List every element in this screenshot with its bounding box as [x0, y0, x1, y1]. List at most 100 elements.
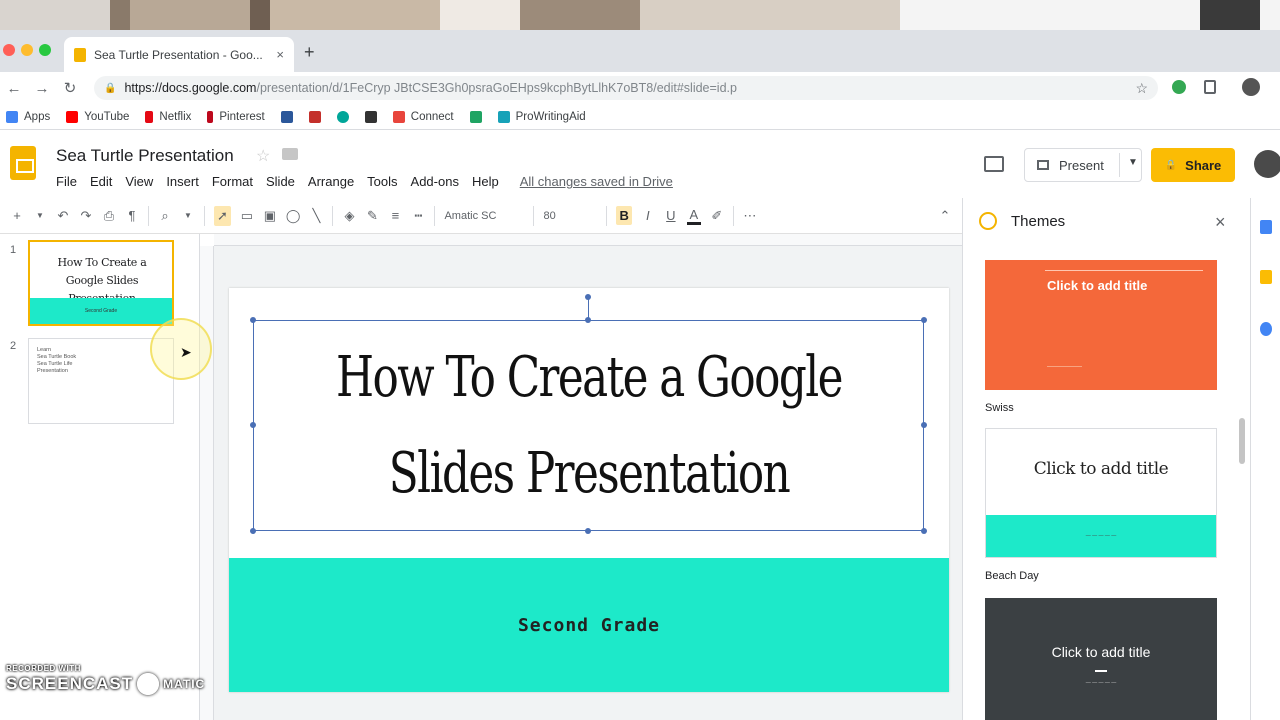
- calendar-icon[interactable]: [1260, 220, 1272, 234]
- menu-file[interactable]: File: [56, 174, 77, 189]
- shape-icon[interactable]: ◯: [286, 208, 301, 224]
- slide-editor[interactable]: How To Create a Google Slides Presentatio…: [229, 288, 949, 692]
- resize-handle-e[interactable]: [921, 422, 927, 428]
- collapse-toolbar-icon[interactable]: ⌃: [938, 208, 952, 224]
- bookmark-card[interactable]: [364, 110, 377, 123]
- themes-header: Themes: [979, 212, 1065, 230]
- paint-format-icon[interactable]: ¶: [125, 208, 139, 223]
- themes-scrollbar[interactable]: [1239, 418, 1245, 464]
- more-options-icon[interactable]: ⋯: [743, 208, 757, 224]
- bookmark-netflix[interactable]: Netflix: [145, 110, 191, 123]
- resize-handle-n[interactable]: [585, 317, 591, 323]
- slides-logo-icon[interactable]: [10, 146, 36, 180]
- bookmark-connect[interactable]: Connect: [392, 110, 454, 123]
- undo-icon[interactable]: ↶: [56, 208, 70, 224]
- menu-arrange[interactable]: Arrange: [308, 174, 354, 189]
- menu-help[interactable]: Help: [472, 174, 499, 189]
- theme-beach-day[interactable]: Click to add title — — — — —: [985, 428, 1217, 558]
- line-icon[interactable]: ╲: [309, 208, 323, 224]
- minimize-window-button[interactable]: [21, 44, 33, 56]
- tasks-icon[interactable]: [1260, 322, 1272, 336]
- underline-button[interactable]: U: [664, 208, 678, 223]
- menu-tools[interactable]: Tools: [367, 174, 397, 189]
- menu-format[interactable]: Format: [212, 174, 253, 189]
- slide-thumbnail-1[interactable]: How To Create a Google Slides Presentati…: [28, 240, 174, 326]
- border-weight-icon[interactable]: ≡: [388, 208, 402, 223]
- folder-icon[interactable]: [282, 148, 298, 160]
- italic-button[interactable]: I: [641, 208, 655, 223]
- tab-close-icon[interactable]: ×: [276, 47, 284, 62]
- bookmark-apps[interactable]: Apps: [6, 110, 50, 123]
- new-tab-button[interactable]: +: [304, 42, 315, 63]
- zoom-icon[interactable]: ⌕: [158, 208, 172, 224]
- toolbar-divider: [434, 205, 436, 226]
- menu-addons[interactable]: Add-ons: [411, 174, 459, 189]
- menu-slide[interactable]: Slide: [266, 174, 295, 189]
- resize-handle-nw[interactable]: [250, 317, 256, 323]
- url-input[interactable]: 🔒 https://docs.google.com/presentation/d…: [94, 76, 1158, 100]
- resize-handle-w[interactable]: [250, 422, 256, 428]
- print-icon[interactable]: ⎙: [102, 208, 116, 224]
- doc-header: Sea Turtle Presentation ☆ File Edit View…: [0, 130, 1280, 198]
- slide-subtitle-band[interactable]: Second Grade: [229, 558, 949, 692]
- bookmark-prowritingaid[interactable]: ProWritingAid: [497, 110, 586, 123]
- new-slide-icon[interactable]: +: [10, 208, 24, 223]
- text-box-icon[interactable]: ▭: [240, 208, 254, 224]
- reload-button[interactable]: ↻: [56, 79, 84, 97]
- select-cursor-icon[interactable]: ➚: [214, 205, 231, 226]
- account-avatar[interactable]: [1254, 150, 1280, 178]
- profile-avatar[interactable]: [1242, 78, 1260, 96]
- comments-icon[interactable]: [984, 156, 1004, 172]
- forward-button[interactable]: →: [28, 80, 56, 97]
- back-button[interactable]: ←: [0, 80, 28, 97]
- bookmark-pinterest[interactable]: Pinterest: [207, 110, 265, 123]
- save-status[interactable]: All changes saved in Drive: [520, 174, 673, 189]
- menu-insert[interactable]: Insert: [166, 174, 199, 189]
- border-dash-icon[interactable]: ┅: [411, 208, 425, 224]
- bold-button[interactable]: B: [616, 206, 632, 225]
- resize-handle-ne[interactable]: [921, 317, 927, 323]
- close-window-button[interactable]: [3, 44, 15, 56]
- extension-icon[interactable]: [1172, 80, 1186, 94]
- resize-handle-s[interactable]: [585, 528, 591, 534]
- present-dropdown-icon[interactable]: ▼: [1128, 157, 1138, 168]
- redo-icon[interactable]: ↷: [79, 208, 93, 224]
- border-color-icon[interactable]: ✎: [365, 208, 379, 224]
- bookmark-youtube[interactable]: YouTube: [66, 110, 129, 123]
- vertical-ruler[interactable]: [200, 246, 214, 720]
- horizontal-ruler[interactable]: [214, 234, 962, 246]
- theme-dark[interactable]: Click to add title — — — — —: [985, 598, 1217, 720]
- menu-view[interactable]: View: [125, 174, 153, 189]
- browser-tab[interactable]: Sea Turtle Presentation - Goo... ×: [64, 37, 294, 72]
- resize-handle-sw[interactable]: [250, 528, 256, 534]
- themes-close-icon[interactable]: ×: [1215, 212, 1226, 233]
- present-button[interactable]: Present ▼: [1024, 148, 1142, 182]
- zoom-window-button[interactable]: [39, 44, 51, 56]
- doc-title[interactable]: Sea Turtle Presentation: [56, 146, 234, 166]
- bookmark-star-icon[interactable]: ☆: [1135, 80, 1148, 97]
- extension-docs-icon[interactable]: [1204, 80, 1216, 94]
- share-button[interactable]: 🔒 Share: [1151, 148, 1235, 182]
- bookmark-drive[interactable]: [469, 110, 482, 123]
- rotate-handle[interactable]: [585, 294, 591, 300]
- bookmark-outlook[interactable]: [280, 110, 293, 123]
- zoom-dropdown-icon[interactable]: ▼: [181, 211, 195, 220]
- bookmark-c[interactable]: [336, 110, 349, 123]
- font-select[interactable]: Amatic SC: [444, 210, 524, 222]
- star-icon[interactable]: ☆: [256, 146, 270, 166]
- keep-icon[interactable]: [1260, 270, 1272, 284]
- selection-box: [253, 320, 924, 531]
- image-icon[interactable]: ▣: [263, 208, 277, 224]
- share-lock-icon: 🔒: [1164, 159, 1178, 171]
- background-photo-strip: [0, 0, 1280, 30]
- fill-color-icon[interactable]: ◈: [342, 208, 356, 224]
- bookmark-news[interactable]: [308, 110, 321, 123]
- resize-handle-se[interactable]: [921, 528, 927, 534]
- menu-edit[interactable]: Edit: [90, 174, 112, 189]
- theme-swiss[interactable]: Click to add title ———————: [985, 260, 1217, 390]
- text-color-button[interactable]: A: [686, 207, 701, 225]
- font-size-select[interactable]: 80: [543, 210, 597, 222]
- highlight-color-icon[interactable]: ✐: [710, 208, 724, 224]
- card-icon: [364, 110, 377, 123]
- new-slide-dropdown-icon[interactable]: ▼: [33, 211, 47, 220]
